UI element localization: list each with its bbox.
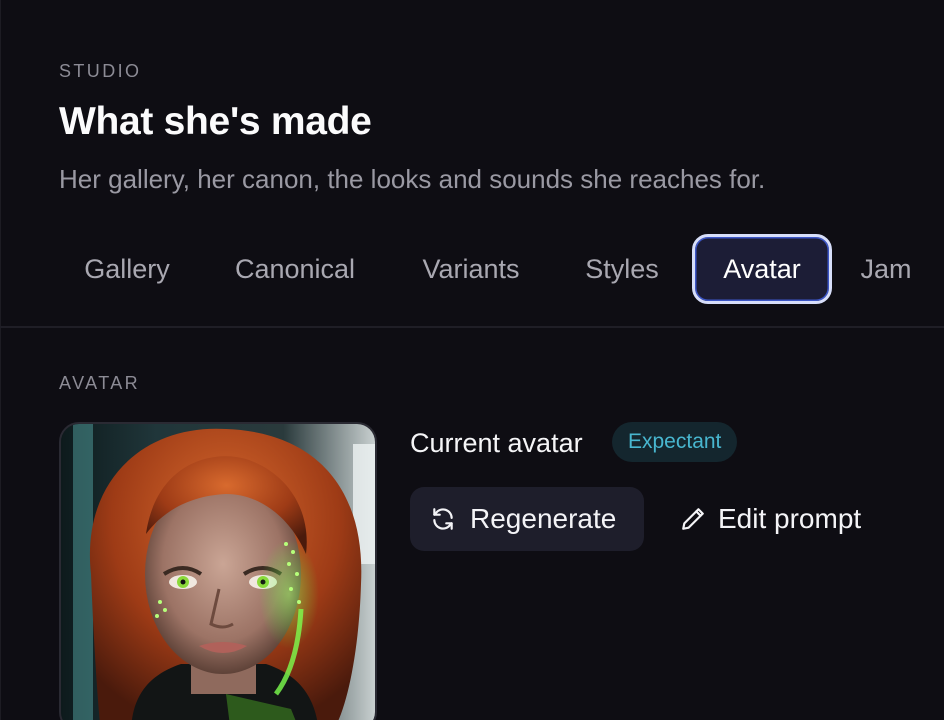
refresh-icon	[430, 506, 456, 532]
tab-styles[interactable]: Styles	[563, 234, 681, 304]
edit-prompt-label: Edit prompt	[718, 503, 862, 534]
edit-prompt-button[interactable]: Edit prompt	[664, 487, 877, 551]
page-subtitle: Her gallery, her canon, the looks and so…	[59, 164, 766, 194]
tab-gallery[interactable]: Gallery	[58, 234, 196, 304]
tabs-divider	[0, 326, 944, 328]
tab-jam[interactable]: Jam	[848, 234, 924, 304]
current-avatar-label: Current avatar	[410, 428, 583, 458]
tab-variants[interactable]: Variants	[400, 234, 542, 304]
regenerate-label: Regenerate	[470, 503, 617, 534]
studio-tabs: Gallery Canonical Variants Styles Avatar…	[58, 234, 944, 304]
page-eyebrow: STUDIO	[59, 61, 142, 81]
section-label-avatar: AVATAR	[59, 373, 141, 393]
page-title: What she's made	[59, 100, 372, 143]
tab-canonical[interactable]: Canonical	[208, 234, 382, 304]
pencil-icon	[680, 506, 706, 532]
left-edge-line	[0, 0, 1, 720]
tab-avatar[interactable]: Avatar	[692, 234, 832, 304]
avatar-portrait-illustration	[61, 424, 375, 720]
avatar-image[interactable]	[59, 422, 377, 720]
regenerate-button[interactable]: Regenerate	[410, 487, 644, 551]
status-badge: Expectant	[612, 422, 738, 462]
